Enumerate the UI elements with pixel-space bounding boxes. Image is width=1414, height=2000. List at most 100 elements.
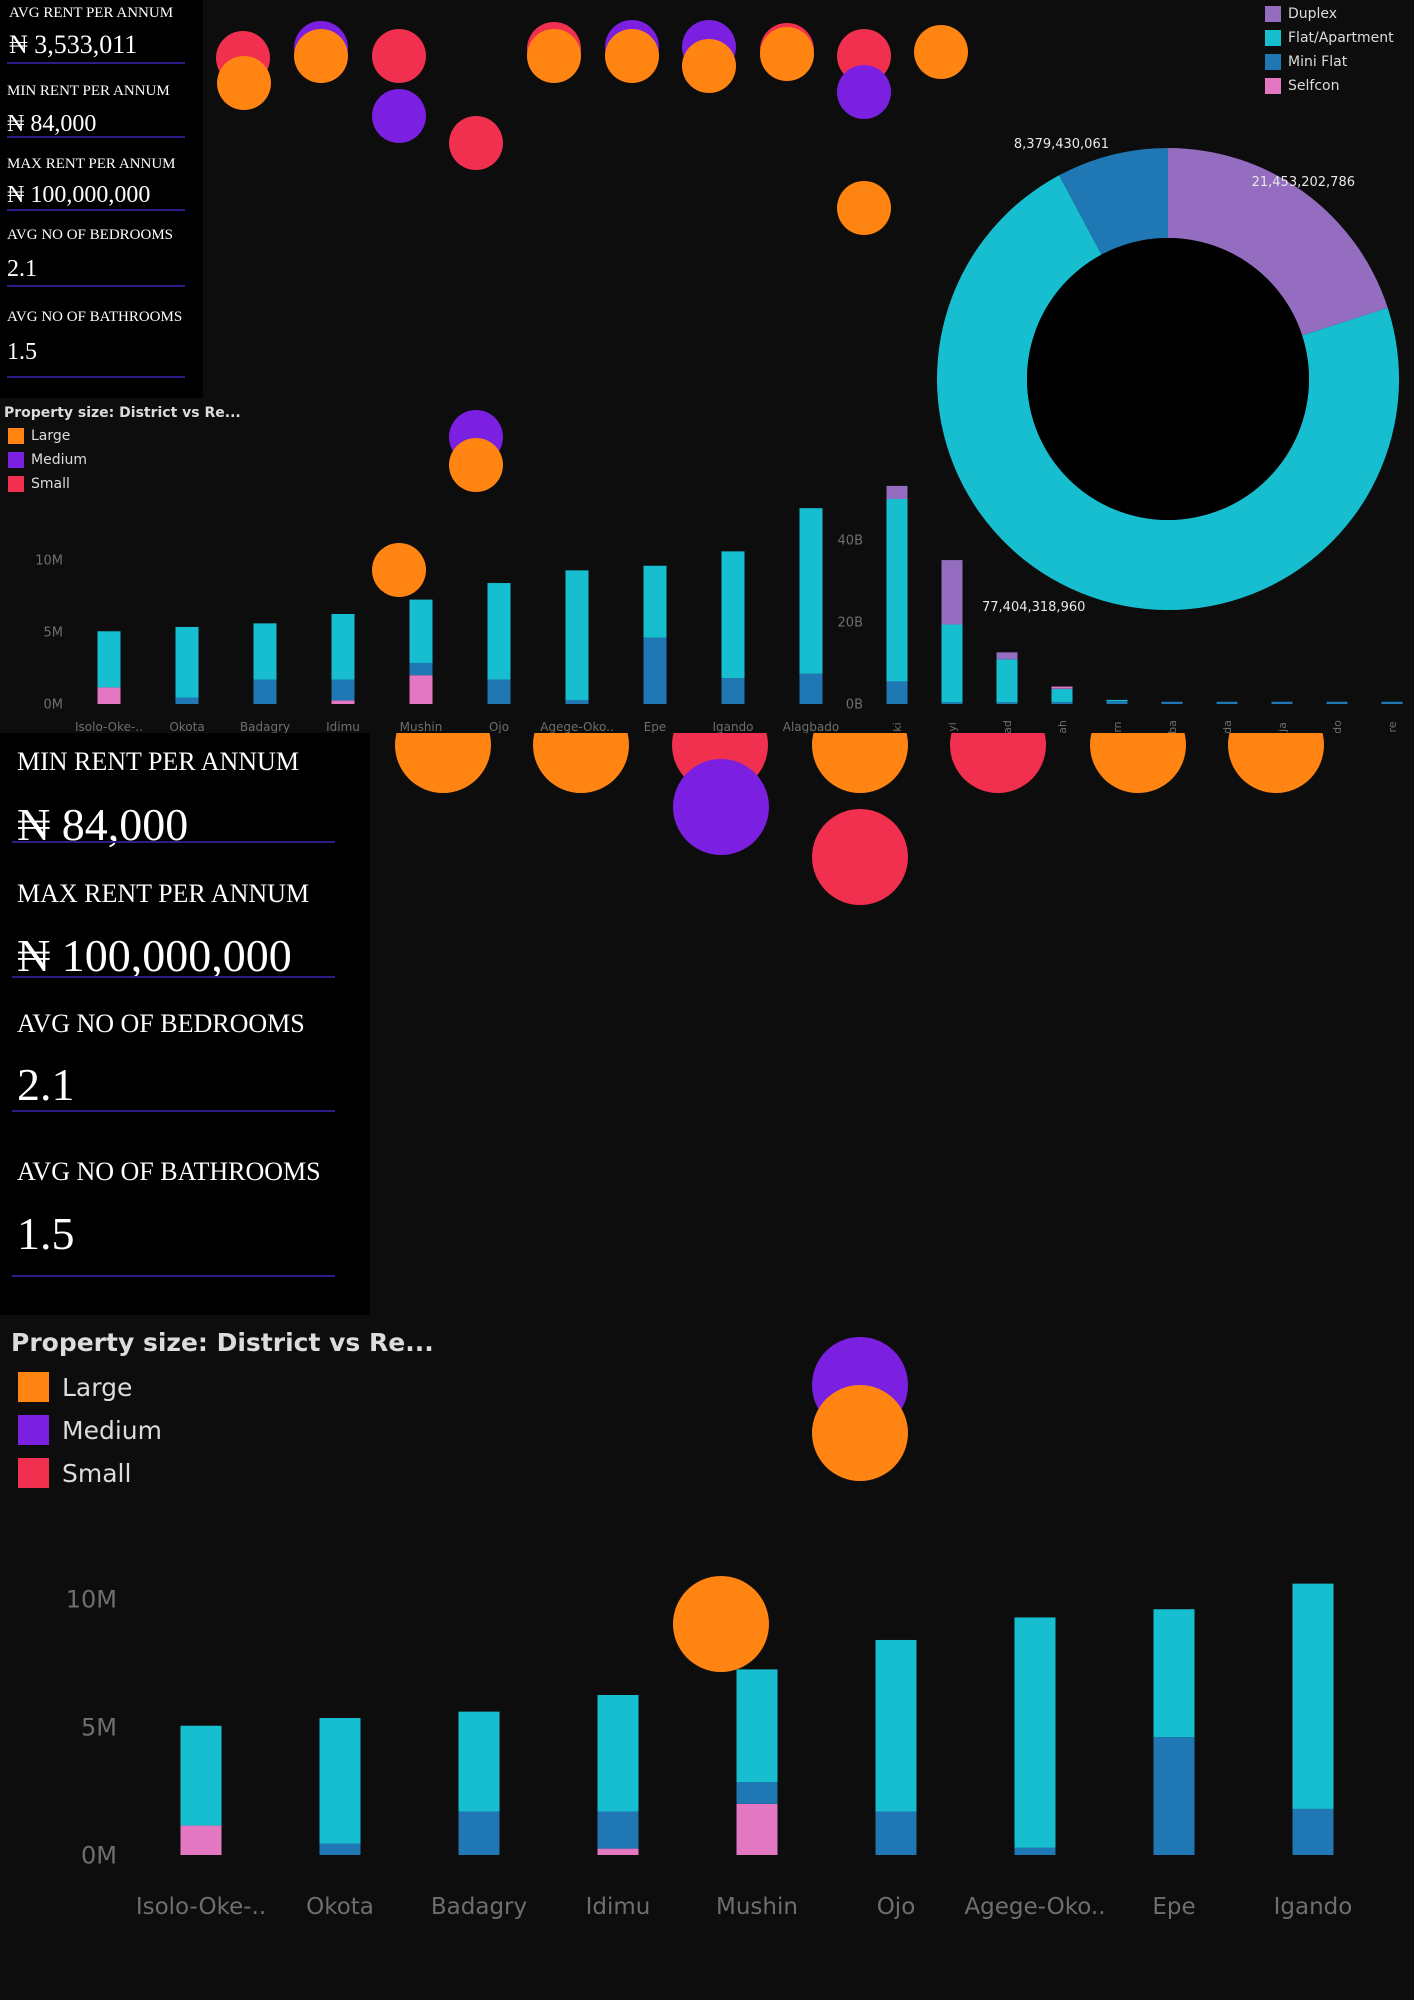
legend-label: Large [31,428,71,444]
x-tick-label: Mushin [716,1894,798,1920]
legend-swatch [1265,30,1281,46]
legend-item-mini-flat[interactable]: Mini Flat [1265,54,1347,70]
kpi-divider [12,1275,335,1277]
x-tick-label: Agege-Oko.. [540,720,614,733]
legend-item-duplex[interactable]: Duplex [1265,6,1337,22]
bar-segment [996,659,1018,703]
legend-item-large[interactable]: Large [18,1372,132,1402]
bar-segment [253,679,277,704]
x-tick-label: Igando [1274,1894,1353,1920]
size-bubble [914,25,968,79]
legend-item-medium[interactable]: Medium [8,452,87,468]
bar-segment [97,631,121,688]
legend-swatch [1265,78,1281,94]
kpi-title: MIN RENT PER ANNUM [7,83,170,99]
bar-segment [886,681,908,704]
bar-segment [487,583,511,680]
bar-segment [1051,688,1073,702]
x-tick-label: ja [1276,722,1289,733]
x-tick-label: ki [891,722,904,731]
size-bubble [372,543,426,597]
size-bubble [812,809,908,905]
bar-segment [875,1811,917,1855]
kpi-title: MAX RENT PER ANNUM [7,156,176,172]
bar-segment [319,1718,361,1844]
x-tick-label: Badagry [431,1894,527,1920]
legend-item-medium[interactable]: Medium [18,1415,162,1445]
x-tick-label: ba [1166,720,1179,733]
x-tick-label: yi [946,722,959,732]
x-tick-label: ah [1056,720,1069,733]
bar-segment [331,614,355,680]
bar-segment [331,679,355,701]
kpi-value: ₦ 3,533,011 [9,30,138,59]
kpi-title: AVG NO OF BATHROOMS [17,1157,321,1186]
kpi-value: ₦ 100,000,000 [7,182,151,208]
legend-swatch [18,1415,49,1445]
legend-item-large[interactable]: Large [8,428,70,444]
x-tick-label: Ojo [489,720,509,733]
legend-swatch [8,428,24,444]
bar-segment [409,599,433,663]
bar-segment [996,702,1018,704]
legend-swatch [1265,6,1281,22]
kpi-divider [7,285,185,287]
bar-segment [180,1825,222,1855]
bar-segment [175,697,199,704]
y-tick-label: 5M [81,1713,117,1741]
bar-segment [180,1725,222,1826]
y-tick-label: 0M [44,698,64,713]
size-bubble [837,65,891,119]
size-bubble [673,759,769,855]
bar-segment [319,1843,361,1855]
bar-segment [736,1803,778,1855]
legend-label: Small [62,1458,132,1488]
legend-label: Medium [62,1415,162,1445]
bar-segment [565,570,589,700]
legend-item-small[interactable]: Small [18,1458,131,1488]
x-tick-label: Agege-Oko.. [964,1894,1105,1920]
bar-segment [941,702,963,704]
bar-segment [1153,1737,1195,1855]
bar-segment [1292,1583,1334,1809]
bar-segment [458,1711,500,1812]
legend-label: Small [31,476,70,492]
bar-segment [886,499,908,682]
bar-segment [1161,701,1183,704]
kpi-divider [7,376,185,378]
bar-segment [1014,1617,1056,1848]
legend-item-small[interactable]: Small [8,476,70,492]
bar-segment [1153,1609,1195,1738]
x-tick-label: Isolo-Oke-.. [75,720,143,733]
bar-segment [799,508,823,674]
kpi-title: AVG RENT PER ANNUM [9,5,174,21]
x-tick-label: Epe [1152,1894,1195,1920]
bar-segment [1051,688,1073,690]
x-tick-label: da [1221,720,1234,733]
y-tick-label: 0M [81,1841,117,1869]
x-tick-label: Epe [644,720,667,733]
bar-segment [97,687,121,704]
kpi-title: MIN RENT PER ANNUM [17,747,299,776]
legend-label: Flat/Apartment [1288,30,1394,46]
kpi-title: AVG NO OF BEDROOMS [7,227,174,243]
size-bubble [217,56,271,110]
legend-item-selfcon[interactable]: Selfcon [1265,78,1339,94]
kpi-value: ₦ 84,000 [7,111,97,137]
x-tick-label: Isolo-Oke-.. [136,1894,266,1920]
bar-segment [1292,1808,1334,1855]
bar-segment [736,1669,778,1783]
bar-segment [1051,686,1073,689]
bar-segment [643,637,667,704]
x-tick-label: re [1386,721,1399,732]
size-bubble [1090,733,1186,793]
kpi-panel-large: MIN RENT PER ANNUM ₦ 84,000 MAX RENT PER… [0,733,370,1315]
size-bubble [812,1385,908,1481]
size-bubble [395,733,491,793]
legend-item-flat-apartment[interactable]: Flat/Apartment [1265,30,1394,46]
size-legend-title: Property size: District vs Re... [11,1328,434,1357]
bar-segment [886,485,908,499]
x-tick-label: Okota [169,720,204,733]
size-bubble [605,29,659,83]
bar-segment [597,1811,639,1849]
